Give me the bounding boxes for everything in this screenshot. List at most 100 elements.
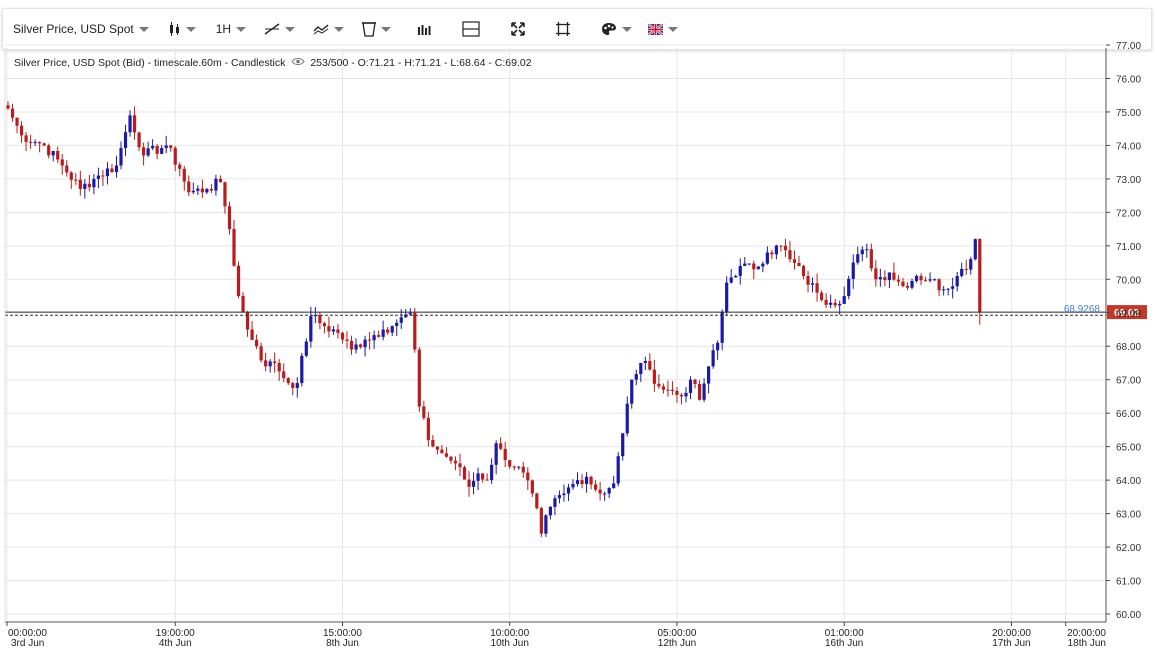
candle-body xyxy=(639,362,643,375)
candle-body xyxy=(169,145,173,148)
candle-body xyxy=(688,379,693,393)
candle-body xyxy=(449,456,453,461)
candle-body xyxy=(295,383,299,388)
candle-body xyxy=(327,326,331,332)
y-tick-label: 69.00 xyxy=(1116,309,1141,320)
candle-body xyxy=(923,280,928,282)
legend-ohlc: 253/500 - O:71.21 - H:71.21 - L:68.64 - … xyxy=(310,57,532,69)
candle-body xyxy=(142,147,146,156)
candle-body xyxy=(29,141,33,143)
candle-body xyxy=(431,439,435,447)
candle-body xyxy=(643,360,647,363)
candle-body xyxy=(128,115,132,133)
candle-body xyxy=(702,383,706,400)
candle-body xyxy=(282,371,286,379)
candle-body xyxy=(575,480,580,484)
candle-body xyxy=(422,406,426,418)
candle-body xyxy=(345,339,349,341)
candle-body xyxy=(824,299,828,305)
candle-body xyxy=(838,303,842,306)
candle-body xyxy=(779,245,783,247)
candle-body xyxy=(878,277,882,280)
x-tick-date: 12th Jun xyxy=(658,638,696,649)
candle-body xyxy=(679,394,684,397)
eye-icon[interactable] xyxy=(291,57,305,69)
price-chart[interactable]: 68.9268 69.02 77.00 76.00 75.00 74.00 73.00 72… xyxy=(0,0,1157,668)
chart-legend: Silver Price, USD Spot (Bid) - timescale… xyxy=(14,57,532,69)
candle-body xyxy=(182,168,186,182)
candle-body xyxy=(205,188,209,193)
candle-body xyxy=(399,317,403,323)
candle-body xyxy=(304,341,308,356)
candle-body xyxy=(51,151,55,156)
candle-body xyxy=(268,361,272,367)
candle-body xyxy=(697,384,702,400)
candle-body xyxy=(729,277,733,283)
candle-body xyxy=(151,145,155,149)
candle-body xyxy=(178,164,182,169)
candle-body xyxy=(801,266,806,276)
candle-body xyxy=(241,296,245,313)
candle-body xyxy=(110,168,114,173)
candle-body xyxy=(462,467,467,480)
candle-body xyxy=(847,278,851,297)
candle-body xyxy=(503,448,507,461)
candle-body xyxy=(349,340,354,350)
candle-body xyxy=(792,259,797,263)
candle-body xyxy=(381,329,385,337)
candle-body xyxy=(580,480,584,485)
candle-body xyxy=(309,316,313,342)
candle-body xyxy=(191,190,195,193)
candle-body xyxy=(65,165,69,173)
candle-body xyxy=(711,350,715,367)
candle-body xyxy=(232,229,236,266)
candle-body xyxy=(521,466,525,473)
candle-body xyxy=(530,480,534,494)
candle-body xyxy=(946,288,950,290)
candle-body xyxy=(377,335,381,337)
y-tick-label: 60.00 xyxy=(1116,610,1141,621)
x-tick-date: 16th Jun xyxy=(825,638,863,649)
y-tick-label: 72.00 xyxy=(1116,208,1141,219)
candle-body xyxy=(223,182,227,207)
candle-body xyxy=(101,175,105,177)
candle-body xyxy=(38,142,42,144)
y-tick-label: 74.00 xyxy=(1116,141,1141,152)
candle-body xyxy=(390,326,394,333)
candle-body xyxy=(517,466,521,468)
x-tick-date: 10th Jun xyxy=(491,638,529,649)
candle-body xyxy=(661,386,665,390)
candle-body xyxy=(187,181,191,193)
candle-body xyxy=(905,285,910,288)
candle-body xyxy=(440,449,444,454)
candle-body xyxy=(896,279,901,282)
x-tick-date: 18th Jun xyxy=(1068,638,1106,649)
candle-body xyxy=(146,148,150,156)
candle-body xyxy=(652,369,656,384)
y-tick-label: 77.00 xyxy=(1116,41,1141,52)
chart-widget: Silver Price, USD Spot 1H 68.9268 69.02 … xyxy=(0,0,1157,668)
candle-body xyxy=(485,479,489,481)
candle-body xyxy=(869,249,873,269)
candle-body xyxy=(928,279,932,281)
candle-body xyxy=(738,265,742,276)
candle-body xyxy=(657,383,661,387)
candle-body xyxy=(955,275,959,287)
candle-body xyxy=(358,344,363,348)
candle-body xyxy=(842,296,846,304)
candle-body xyxy=(33,142,37,144)
candle-body xyxy=(752,263,756,270)
y-tick-label: 63.00 xyxy=(1116,510,1141,521)
candle-body xyxy=(512,466,516,468)
candle-body xyxy=(69,172,73,180)
candle-body xyxy=(910,280,914,288)
candle-body xyxy=(960,268,964,276)
candle-body xyxy=(734,275,738,278)
candle-body xyxy=(196,188,200,191)
candle-body xyxy=(914,275,919,281)
candle-body xyxy=(413,312,417,350)
candle-body xyxy=(499,443,503,449)
candle-body xyxy=(589,476,593,485)
candle-body xyxy=(648,360,652,370)
candle-body xyxy=(453,460,458,464)
